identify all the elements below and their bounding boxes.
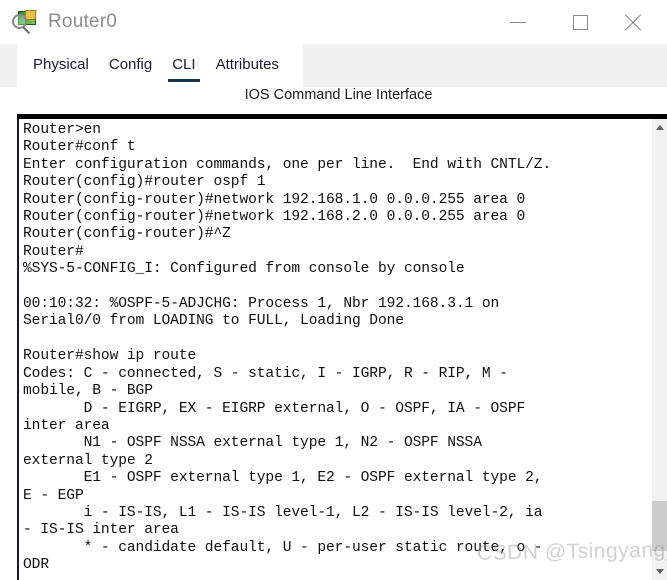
tab-attributes[interactable]: Attributes: [216, 56, 279, 76]
tab-config[interactable]: Config: [109, 56, 152, 76]
terminal-scrollbar[interactable]: [651, 119, 667, 580]
scroll-down-button[interactable]: [652, 563, 667, 580]
scroll-up-button[interactable]: [652, 119, 667, 136]
router-magnifier-icon: [12, 9, 38, 35]
minimize-icon: [510, 21, 526, 23]
window-titlebar: Router0: [0, 0, 667, 44]
magnifier-handle-icon: [22, 26, 31, 35]
terminal-text: Router>en Router#conf t Enter configurat…: [23, 122, 552, 574]
scrollbar-thumb[interactable]: [652, 501, 667, 551]
maximize-button[interactable]: [549, 0, 611, 44]
panel-header-label: IOS Command Line Interface: [244, 87, 433, 103]
panel-header: IOS Command Line Interface: [0, 87, 667, 114]
close-icon: [621, 13, 641, 31]
cli-terminal-panel: Router>en Router#conf t Enter configurat…: [17, 114, 667, 580]
tab-physical[interactable]: Physical: [33, 56, 89, 76]
tab-cli[interactable]: CLI: [168, 56, 200, 82]
chevron-down-icon: [656, 569, 664, 574]
window-controls: [487, 0, 667, 44]
window-title: Router0: [48, 11, 117, 32]
close-button[interactable]: [611, 0, 667, 44]
terminal-output-area[interactable]: Router>en Router#conf t Enter configurat…: [17, 119, 651, 580]
maximize-icon: [572, 14, 588, 30]
chevron-up-icon: [656, 125, 664, 130]
tabstrip-background: Physical Config CLI Attributes: [0, 44, 667, 87]
tabstrip: Physical Config CLI Attributes: [17, 44, 303, 87]
minimize-button[interactable]: [487, 0, 549, 44]
